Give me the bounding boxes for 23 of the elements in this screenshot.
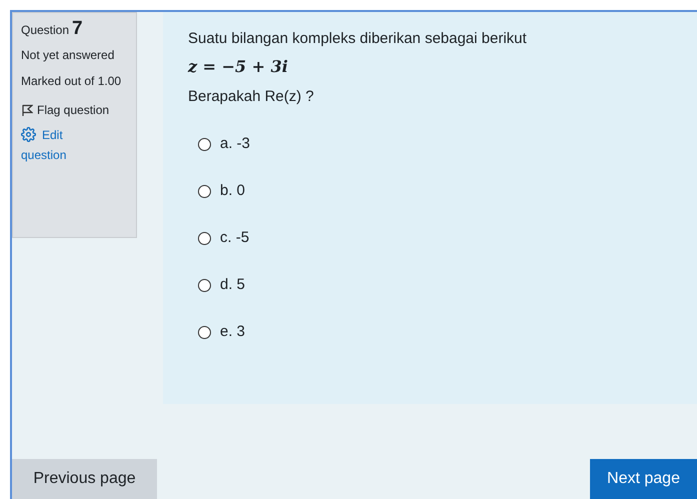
edit-question-link[interactable]: Edit question	[21, 125, 101, 165]
status-text: Not yet answered	[21, 47, 116, 64]
marks-text: Marked out of 1.00	[21, 73, 122, 90]
question-text: Berapakah Re(z) ?	[188, 87, 315, 107]
answer-option[interactable]: a. -3	[198, 134, 250, 154]
question-label: Question	[21, 22, 70, 39]
answer-option[interactable]: c. -5	[198, 228, 250, 248]
radio-button[interactable]	[198, 138, 211, 150]
answer-option[interactable]: d. 5	[198, 275, 246, 295]
radio-button[interactable]	[198, 278, 211, 292]
math-formula: z = −5 + 3i	[188, 56, 289, 78]
answer-option[interactable]: b. 0	[198, 181, 246, 201]
question-number: 7	[72, 19, 83, 38]
previous-page-button[interactable]: Previous page	[12, 459, 157, 499]
gear-icon	[21, 127, 36, 142]
flag-question-button[interactable]: Flag question	[21, 101, 128, 119]
radio-button[interactable]	[198, 326, 211, 338]
radio-button[interactable]	[198, 184, 211, 198]
answer-option[interactable]: e. 3	[198, 322, 246, 342]
question-prompt: Suatu bilangan kompleks diberikan sebagai berikut	[188, 29, 528, 49]
next-page-button[interactable]: Next page	[590, 459, 697, 499]
flag-icon	[21, 104, 33, 116]
radio-button[interactable]	[198, 232, 211, 244]
